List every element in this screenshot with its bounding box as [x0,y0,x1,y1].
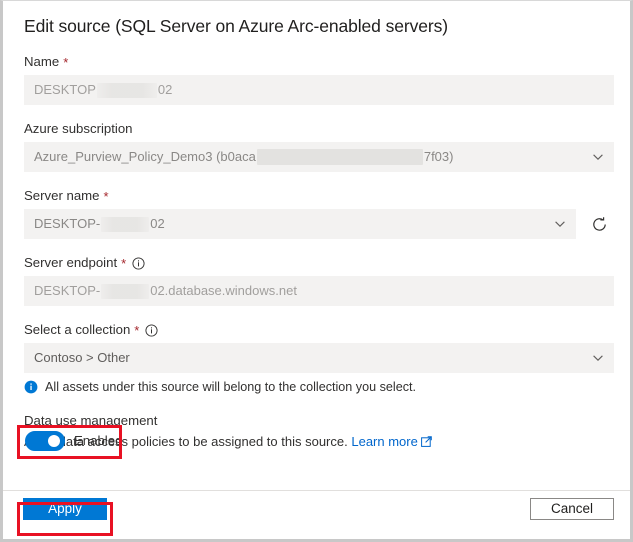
name-value-prefix: DESKTOP [34,82,96,97]
label-select-collection: Select a collection * [24,306,614,343]
label-server-endpoint-text: Server endpoint [24,255,117,271]
label-azure-subscription: Azure subscription [24,105,614,142]
row-server-endpoint: DESKTOP- 02.database.windows.net [24,276,614,306]
server-endpoint-value: DESKTOP- 02.database.windows.net [25,283,297,299]
chevron-down-icon[interactable] [583,143,613,171]
info-icon[interactable] [145,324,158,337]
info-filled-icon [24,380,38,394]
refresh-icon[interactable] [584,209,614,239]
redacted-block [257,149,423,165]
row-select-collection: Contoso > Other [24,343,614,373]
page-title: Edit source (SQL Server on Azure Arc-ena… [19,1,614,38]
apply-button[interactable]: Apply [23,498,107,520]
panel-footer: Apply Cancel [3,490,630,539]
azure-subscription-value: Azure_Purview_Policy_Demo3 (b0aca 7f03) [25,149,453,166]
chevron-down-icon[interactable] [583,344,613,372]
data-use-management-toggle[interactable] [25,431,65,451]
chevron-down-icon[interactable] [545,210,575,238]
form-fields: Name * DESKTOP 02 Azure subscription Azur… [19,38,614,452]
server-name-value-suffix: 02 [150,216,164,231]
redacted-block [101,217,149,232]
toggle-knob [48,435,60,447]
required-marker: * [134,325,139,337]
endpoint-value-suffix: 02.database.windows.net [150,283,297,298]
server-name-dropdown[interactable]: DESKTOP- 02 [24,209,576,239]
row-azure-subscription: Azure_Purview_Policy_Demo3 (b0aca 7f03) [24,142,614,172]
row-name: DESKTOP 02 [24,75,614,105]
collection-help-text: All assets under this source will belong… [45,379,416,395]
label-server-name: Server name * [24,172,614,209]
server-name-value-prefix: DESKTOP- [34,216,100,231]
required-marker: * [104,191,109,203]
collection-dropdown[interactable]: Contoso > Other [24,343,614,373]
subscription-value-prefix: Azure_Purview_Policy_Demo3 (b0aca [34,149,256,164]
redacted-block [97,83,157,98]
label-select-collection-text: Select a collection [24,322,130,338]
azure-subscription-dropdown[interactable]: Azure_Purview_Policy_Demo3 (b0aca 7f03) [24,142,614,172]
name-input-value: DESKTOP 02 [25,82,172,98]
collection-help: All assets under this source will belong… [24,373,614,395]
toggle-state-label: Enabled [74,433,122,449]
redacted-block [101,284,149,299]
collection-value: Contoso > Other [25,350,130,366]
endpoint-value-prefix: DESKTOP- [34,283,100,298]
learn-more-link[interactable]: Learn more [351,434,417,449]
label-server-endpoint: Server endpoint * [24,239,614,276]
info-icon[interactable] [132,257,145,270]
row-server-name: DESKTOP- 02 [24,209,614,239]
required-marker: * [121,258,126,270]
panel-body: Edit source (SQL Server on Azure Arc-ena… [3,1,630,491]
cancel-button[interactable]: Cancel [530,498,614,520]
required-marker: * [63,57,68,69]
label-server-name-text: Server name [24,188,100,204]
data-use-management-toggle-group: Enabled [25,431,122,451]
label-name: Name * [24,38,614,75]
name-value-suffix: 02 [158,82,172,97]
data-use-management-title: Data use management [24,395,614,433]
server-endpoint-input[interactable]: DESKTOP- 02.database.windows.net [24,276,614,306]
subscription-value-suffix: 7f03) [424,149,454,164]
label-name-text: Name [24,54,59,70]
label-azure-subscription-text: Azure subscription [24,121,132,137]
external-link-icon[interactable] [421,434,432,445]
name-input[interactable]: DESKTOP 02 [24,75,614,105]
server-name-value: DESKTOP- 02 [25,216,165,232]
edit-source-panel: Edit source (SQL Server on Azure Arc-ena… [0,0,633,542]
